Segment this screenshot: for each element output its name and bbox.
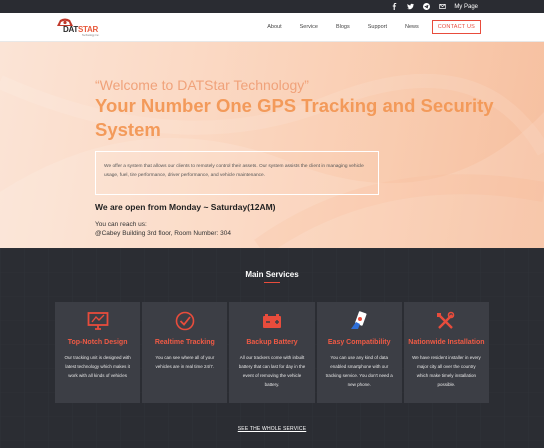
hero-section: “Welcome to DATStar Technology” Your Num… <box>0 42 544 248</box>
reach-us-label: You can reach us: <box>95 221 147 228</box>
service-card[interactable]: Top-Notch Design Our tracking unit is de… <box>55 302 141 403</box>
service-title: Nationwide Installation <box>408 339 485 346</box>
service-text: Our tracking unit is designed with lates… <box>64 355 131 378</box>
welcome-text: “Welcome to DATStar Technology” <box>95 77 309 93</box>
hero-headline: Your Number One GPS Tracking and Securit… <box>95 95 494 140</box>
service-title: Realtime Tracking <box>154 339 215 346</box>
nav-item-about[interactable]: About <box>267 20 281 34</box>
hero-description-box: We offer a system that allows our client… <box>95 151 379 195</box>
nav-item-service[interactable]: Service <box>300 20 318 34</box>
facebook-icon[interactable] <box>386 0 402 13</box>
title-underline <box>264 282 280 283</box>
monitor-icon <box>55 310 140 332</box>
brand-tagline: Technology Inc. <box>82 34 100 37</box>
service-card[interactable]: Easy Compatibility You can use any kind … <box>316 302 402 403</box>
service-card[interactable]: Realtime Tracking You can see where all … <box>142 302 228 403</box>
phone-hand-icon <box>317 310 402 332</box>
hero-description: We offer a system that allows our client… <box>104 164 364 178</box>
nav-item-blogs[interactable]: Blogs <box>336 20 350 34</box>
opening-hours: We are open from Monday ~ Saturday(12AM) <box>95 202 276 212</box>
nav-item-support[interactable]: Support <box>368 20 387 34</box>
logo[interactable]: DATSTAR Technology Inc. <box>54 16 108 38</box>
service-card[interactable]: Nationwide Installation We have resident… <box>403 302 490 403</box>
address: @Cabey Building 3rd floor, Room Number: … <box>95 230 231 237</box>
my-page-link[interactable]: My Page <box>454 4 478 10</box>
battery-icon <box>229 310 314 332</box>
service-card[interactable]: Backup Battery All our trackers come wit… <box>229 302 315 403</box>
twitter-icon[interactable] <box>402 0 418 13</box>
mail-icon[interactable] <box>434 0 450 13</box>
hero-background-waves <box>0 73 544 248</box>
contact-us-button[interactable]: CONTACT US <box>431 20 481 34</box>
service-title: Backup Battery <box>246 339 298 346</box>
nav-menu: About Service Blogs Support News CONTACT… <box>249 20 481 34</box>
service-cards: Top-Notch Design Our tracking unit is de… <box>55 302 490 403</box>
telegram-icon[interactable] <box>418 0 434 13</box>
service-title: Top-Notch Design <box>67 339 128 346</box>
see-whole-service-link[interactable]: SEE THE WHOLE SERVICE <box>0 426 544 432</box>
service-text: You can see where all of your vehicles a… <box>155 355 215 369</box>
check-circle-icon <box>142 310 227 332</box>
main-services-section: Main Services Top-Notch Design Our track… <box>0 248 544 448</box>
main-nav: DATSTAR Technology Inc. About Service Bl… <box>0 13 544 42</box>
brand-name: DATSTAR <box>63 25 98 34</box>
service-text: You can use any kind of data enabled sma… <box>325 355 393 387</box>
service-title: Easy Compatibility <box>327 339 391 346</box>
nav-item-news[interactable]: News <box>405 20 419 34</box>
section-title: Main Services <box>245 270 299 279</box>
service-text: We have resident installer in every majo… <box>412 355 481 387</box>
top-bar: My Page <box>0 0 544 13</box>
tools-icon <box>404 310 489 332</box>
service-text: All our trackers come with inbuilt batte… <box>238 355 306 387</box>
